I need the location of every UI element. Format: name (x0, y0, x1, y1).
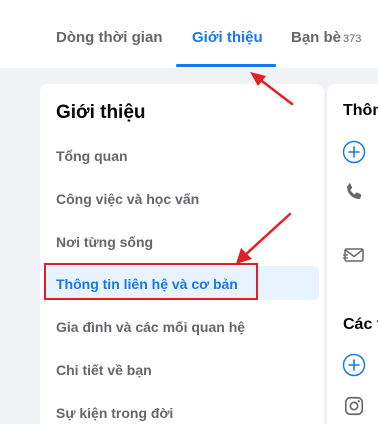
menu-item-work-education[interactable]: Công việc và học vấn (56, 191, 199, 207)
tab-friends[interactable]: Bạn bè 373 (291, 29, 361, 46)
about-card: Giới thiệu Tổng quan Công việc và học vấ… (40, 84, 324, 424)
tab-friends-label: Bạn bè (291, 29, 342, 46)
phone-icon (347, 183, 362, 199)
add-circle-icon[interactable] (342, 353, 366, 377)
content-panel: Thôn Các t (327, 84, 378, 424)
add-circle-icon[interactable] (342, 140, 366, 164)
menu-item-overview[interactable]: Tổng quan (56, 148, 128, 164)
active-tab-indicator (176, 64, 276, 67)
menu-item-places-lived[interactable]: Nơi từng sống (56, 234, 153, 250)
menu-item-family-relationships[interactable]: Gia đình và các mối quan hệ (56, 319, 245, 335)
menu-item-details-about-you[interactable]: Chi tiết về bạn (56, 362, 152, 378)
annotation-highlight-box (44, 263, 258, 300)
friends-count: 373 (343, 33, 362, 45)
tab-timeline[interactable]: Dòng thời gian (56, 29, 162, 46)
tab-about[interactable]: Giới thiệu (192, 29, 263, 46)
profile-tab-bar: Dòng thời gian Giới thiệu Bạn bè 373 (0, 0, 378, 68)
websites-section-title: Các t (343, 316, 378, 333)
contact-section-title: Thôn (343, 102, 378, 119)
about-title: Giới thiệu (56, 102, 146, 123)
instagram-icon (344, 396, 364, 416)
menu-item-life-events[interactable]: Sự kiện trong đời (56, 405, 173, 421)
email-icon (343, 248, 364, 262)
